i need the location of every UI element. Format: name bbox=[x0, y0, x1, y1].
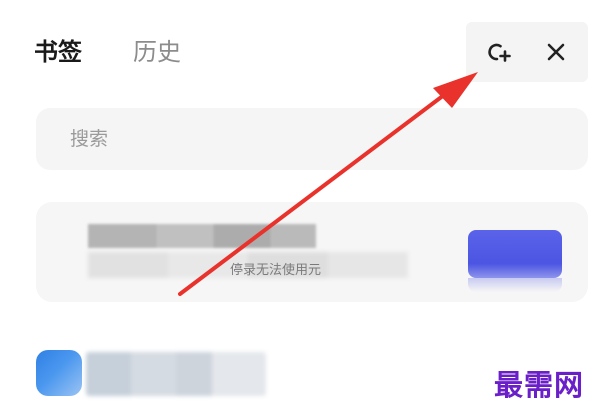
header-actions bbox=[466, 22, 588, 82]
bookmark-item[interactable]: 停录无法使用元 bbox=[36, 202, 588, 302]
search-input[interactable] bbox=[70, 122, 550, 156]
list-item-favicon bbox=[36, 350, 82, 396]
bookmark-subtitle: 停录无法使用元 bbox=[230, 263, 322, 278]
search-box bbox=[36, 108, 588, 170]
tab-history[interactable]: 历史 bbox=[133, 37, 181, 67]
bookmark-title-blurred bbox=[88, 224, 316, 248]
tab-bookmarks[interactable]: 书签 bbox=[34, 37, 82, 67]
add-bookmark-icon bbox=[488, 43, 511, 62]
close-icon bbox=[547, 43, 565, 61]
bookmark-thumbnail bbox=[468, 230, 562, 292]
watermark-text: 最需网 bbox=[494, 368, 585, 402]
add-bookmark-button[interactable] bbox=[474, 28, 522, 76]
close-button[interactable] bbox=[532, 28, 580, 76]
list-item-title-blurred[interactable] bbox=[86, 352, 266, 396]
